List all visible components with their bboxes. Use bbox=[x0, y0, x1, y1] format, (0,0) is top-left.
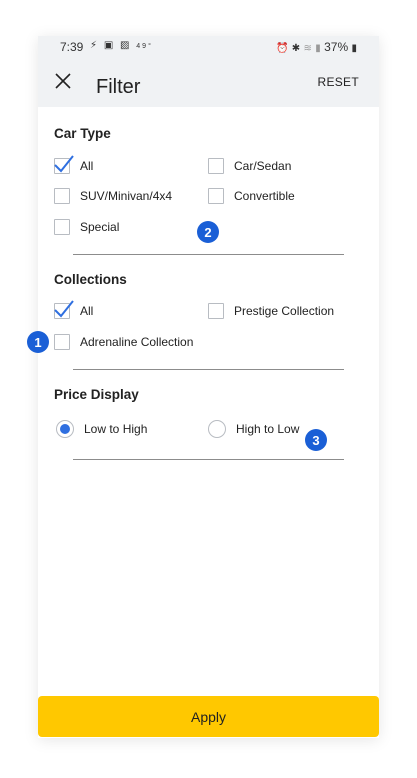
radio-button[interactable] bbox=[208, 420, 226, 438]
status-temperature: 49° bbox=[136, 43, 153, 50]
app-icon: ▣ bbox=[103, 40, 116, 51]
car-type-special-option[interactable]: Special bbox=[54, 218, 119, 236]
option-label: Car/Sedan bbox=[234, 159, 292, 173]
apply-button[interactable]: Apply bbox=[38, 696, 379, 737]
car-type-suv-option[interactable]: SUV/Minivan/4x4 bbox=[54, 187, 172, 205]
checkbox[interactable] bbox=[54, 300, 74, 319]
status-time: 7:39 bbox=[60, 40, 84, 54]
phone-screen: 7:39 ⚡ ▣ ▨ 49° ⏰ ✱ ≋ ▮ 37% ▮ Filter RESE… bbox=[38, 36, 379, 738]
option-label: Prestige Collection bbox=[234, 304, 335, 318]
option-label: All bbox=[80, 304, 94, 318]
reset-button[interactable]: RESET bbox=[317, 75, 359, 89]
option-label: Convertible bbox=[234, 189, 295, 203]
usb-icon: ⚡ bbox=[90, 40, 100, 51]
car-type-convertible-option[interactable]: Convertible bbox=[208, 187, 295, 205]
collections-title: Collections bbox=[54, 272, 127, 287]
divider bbox=[73, 254, 344, 255]
checkmark-icon bbox=[54, 155, 74, 173]
car-type-all-option[interactable]: All bbox=[54, 155, 94, 175]
radio-button-selected[interactable] bbox=[56, 420, 74, 438]
checkbox[interactable] bbox=[208, 303, 224, 319]
battery-icon: ▮ bbox=[351, 43, 357, 54]
option-label: All bbox=[80, 159, 94, 173]
checkbox[interactable] bbox=[54, 188, 70, 204]
page-title: Filter bbox=[96, 76, 141, 98]
divider bbox=[73, 459, 344, 460]
collections-adrenaline-option[interactable]: Adrenaline Collection bbox=[54, 333, 193, 351]
option-label: SUV/Minivan/4x4 bbox=[80, 189, 173, 203]
option-label: Adrenaline Collection bbox=[80, 335, 194, 349]
checkbox[interactable] bbox=[54, 219, 70, 235]
status-left-icons: ⚡ ▣ ▨ 49° bbox=[90, 40, 153, 51]
collections-all-option[interactable]: All bbox=[54, 300, 94, 320]
price-high-to-low-option[interactable]: High to Low bbox=[208, 420, 299, 438]
status-right-icons: ⏰ ✱ ≋ ▮ 37% ▮ bbox=[276, 40, 357, 54]
option-label: Special bbox=[80, 220, 120, 234]
car-type-sedan-option[interactable]: Car/Sedan bbox=[208, 157, 291, 175]
checkbox[interactable] bbox=[208, 158, 224, 174]
collections-prestige-option[interactable]: Prestige Collection bbox=[208, 302, 334, 320]
annotation-badge-3: 3 bbox=[305, 429, 327, 451]
checkbox[interactable] bbox=[54, 155, 74, 174]
annotation-badge-2: 2 bbox=[197, 221, 219, 243]
close-button[interactable] bbox=[54, 72, 72, 90]
car-type-title: Car Type bbox=[54, 126, 111, 141]
checkbox[interactable] bbox=[54, 334, 70, 350]
price-display-title: Price Display bbox=[54, 387, 139, 402]
checkbox[interactable] bbox=[208, 188, 224, 204]
signal-icon: ▮ bbox=[315, 43, 321, 54]
image-icon: ▨ bbox=[120, 40, 132, 51]
option-label: Low to High bbox=[84, 422, 148, 436]
filter-header: Filter RESET bbox=[38, 58, 379, 107]
price-low-to-high-option[interactable]: Low to High bbox=[56, 420, 147, 438]
battery-percent: 37% bbox=[324, 40, 349, 54]
alarm-icon: ⏰ bbox=[275, 43, 289, 54]
bluetooth-icon: ✱ bbox=[291, 43, 301, 54]
divider bbox=[73, 369, 344, 370]
checkmark-icon bbox=[54, 300, 74, 318]
wifi-icon: ≋ bbox=[303, 43, 312, 54]
close-icon bbox=[55, 73, 71, 89]
annotation-badge-1: 1 bbox=[27, 331, 49, 353]
status-bar: 7:39 ⚡ ▣ ▨ 49° ⏰ ✱ ≋ ▮ 37% ▮ bbox=[38, 36, 379, 58]
option-label: High to Low bbox=[236, 422, 300, 436]
